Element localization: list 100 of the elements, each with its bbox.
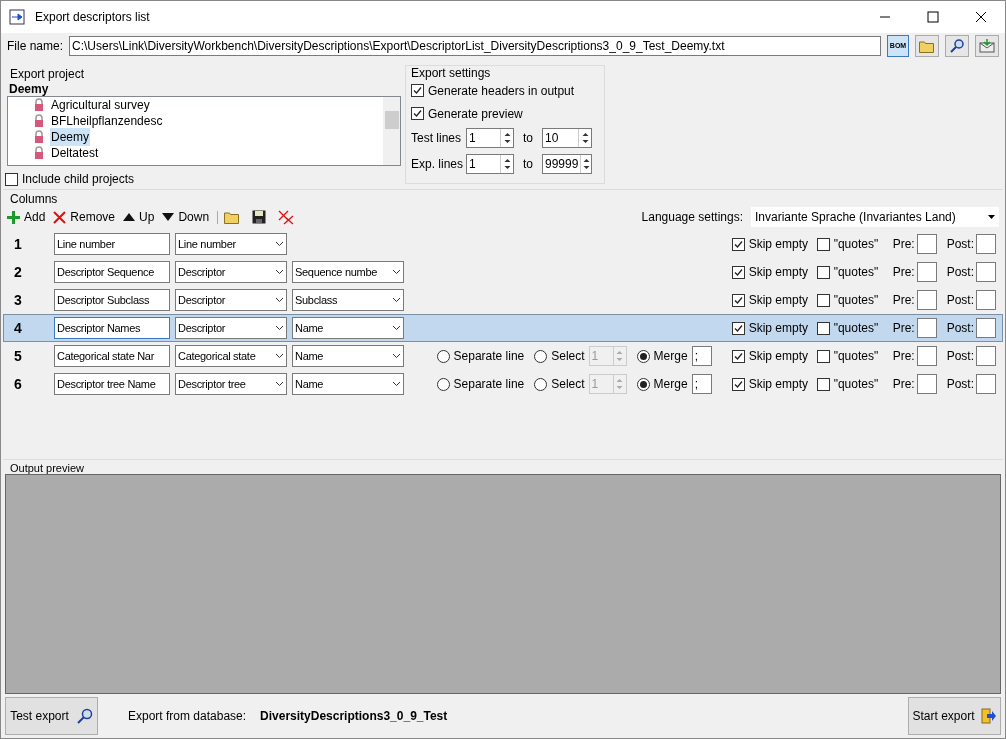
toolbar-button[interactable]: Down	[162, 208, 210, 226]
checkbox[interactable]	[731, 237, 745, 251]
toolbar-button[interactable]: Up	[123, 208, 155, 226]
name-field[interactable]: Descriptor Names	[54, 317, 170, 339]
dropdown[interactable]: Line number	[175, 233, 287, 255]
prefix-field[interactable]	[916, 290, 937, 310]
radio-button[interactable]	[636, 377, 650, 391]
name-field[interactable]: Descriptor Sequence	[54, 261, 170, 283]
merge-separator-field[interactable]: ;	[691, 346, 712, 366]
postfix-field[interactable]	[976, 374, 996, 394]
search-button[interactable]	[945, 35, 969, 57]
language-dropdown[interactable]: Invariante Sprache (Invariantes Land)	[751, 207, 999, 227]
number-spinner[interactable]: 1	[466, 154, 514, 174]
dropdown[interactable]: Descriptor	[175, 317, 287, 339]
radio-button[interactable]	[436, 377, 450, 391]
padlock-icon	[34, 130, 44, 144]
project-item[interactable]: BFLheilpflanzendesc	[50, 112, 164, 130]
checkbox[interactable]	[5, 172, 18, 186]
dropdown[interactable]: Name	[292, 373, 404, 395]
chevron-down-icon	[275, 325, 284, 331]
number-spinner[interactable]: 1	[466, 128, 514, 148]
prefix-field[interactable]	[916, 374, 937, 394]
chevron-down-icon	[275, 241, 284, 247]
column-row[interactable]: 3 Descriptor Subclass Descriptor Subclass Skip empty "quotes" Pre: Post:	[3, 286, 1003, 314]
radio-button[interactable]	[436, 349, 450, 363]
project-item[interactable]: Deemy	[50, 128, 90, 146]
folder-icon	[919, 39, 935, 53]
project-list[interactable]: Agricultural survey BFLheilpflanzendesc Deemy Deltatest	[7, 96, 401, 166]
column-row[interactable]: 1 Line number Line number Skip empty "quotes" Pre: Post:	[3, 230, 1003, 258]
toolbar-button[interactable]	[250, 210, 269, 224]
checkbox[interactable]	[731, 349, 745, 363]
file-name-field[interactable]: C:\Users\Link\DiversityWorkbench\DiversityDescriptions\Export\DescriptorList_DiversityDescriptions3_0_9_Test_Deemy.txt	[69, 36, 881, 56]
column-row[interactable]: 2 Descriptor Sequence Descriptor Sequence numbe Skip empty "quotes" Pre: Post:	[3, 258, 1003, 286]
checkbox[interactable]	[731, 265, 745, 279]
name-field[interactable]: Categorical state Nar	[54, 345, 170, 367]
test-export-button[interactable]: Test export	[5, 697, 98, 735]
postfix-field[interactable]	[976, 318, 996, 338]
radio-button[interactable]	[534, 349, 548, 363]
maximize-icon[interactable]	[927, 11, 939, 23]
postfix-field[interactable]	[976, 290, 996, 310]
database-name: DiversityDescriptions3_0_9_Test	[260, 708, 448, 725]
name-field[interactable]: Line number	[54, 233, 170, 255]
postfix-field[interactable]	[976, 262, 996, 282]
checkbox[interactable]	[731, 321, 745, 335]
prefix-field[interactable]	[916, 234, 937, 254]
dropdown[interactable]: Descriptor tree	[175, 373, 287, 395]
chevron-down-icon	[392, 297, 401, 303]
checkbox[interactable]	[816, 349, 830, 363]
padlock-icon	[34, 114, 44, 128]
field-label: Language settings:	[641, 209, 743, 226]
scrollbar[interactable]	[383, 97, 400, 165]
checkbox[interactable]	[816, 265, 830, 279]
field-label: Post:	[946, 376, 974, 393]
group-title: Export project	[9, 66, 86, 80]
start-export-button[interactable]: Start export	[908, 697, 1001, 735]
radio-label: Separate line	[453, 348, 525, 365]
column-row[interactable]: 4 Descriptor Names Descriptor Name Skip empty "quotes" Pre: Post:	[3, 314, 1003, 342]
dropdown[interactable]: Name	[292, 317, 404, 339]
name-field[interactable]: Descriptor tree Name	[54, 373, 170, 395]
mail-button[interactable]	[975, 35, 999, 57]
name-field[interactable]: Descriptor Subclass	[54, 289, 170, 311]
dropdown[interactable]: Descriptor	[175, 289, 287, 311]
project-item[interactable]: Deltatest	[50, 144, 100, 162]
dropdown[interactable]: Categorical state	[175, 345, 287, 367]
checkbox[interactable]	[731, 293, 745, 307]
checkbox-label: "quotes"	[833, 264, 879, 281]
close-icon[interactable]	[975, 11, 987, 23]
prefix-field[interactable]	[916, 318, 937, 338]
checkbox-label: Skip empty	[748, 292, 808, 309]
dropdown[interactable]: Descriptor	[175, 261, 287, 283]
postfix-field[interactable]	[976, 346, 996, 366]
prefix-field[interactable]	[916, 346, 937, 366]
dropdown[interactable]: Sequence numbe	[292, 261, 404, 283]
radio-button[interactable]	[636, 349, 650, 363]
checkbox[interactable]	[731, 377, 745, 391]
column-row[interactable]: 5 Categorical state Nar Categorical state Name Separate line Select 1 Merge ; Skip empty "quotes" Pre: Post:	[3, 342, 1003, 370]
postfix-field[interactable]	[976, 234, 996, 254]
project-item[interactable]: Agricultural survey	[50, 97, 151, 114]
checkbox[interactable]	[816, 293, 830, 307]
dropdown[interactable]: Subclass	[292, 289, 404, 311]
number-spinner[interactable]: 10	[542, 128, 592, 148]
column-row[interactable]: 6 Descriptor tree Name Descriptor tree Name Separate line Select 1 Merge ; Skip empty "quotes" Pre: Post:	[3, 370, 1003, 398]
spin-arrows-icon	[582, 157, 590, 171]
plus-icon	[7, 210, 20, 224]
checkbox[interactable]	[411, 107, 424, 120]
field-label: Pre:	[892, 236, 915, 253]
number-spinner[interactable]: 99999	[542, 154, 592, 174]
prefix-field[interactable]	[916, 262, 937, 282]
toolbar-button[interactable]: Remove	[53, 208, 116, 226]
checkbox[interactable]	[816, 237, 830, 251]
checkbox[interactable]	[816, 377, 830, 391]
checkbox[interactable]	[411, 84, 424, 97]
merge-separator-field[interactable]: ;	[691, 374, 712, 394]
clear-icon	[278, 209, 295, 225]
open-folder-button[interactable]	[915, 35, 939, 57]
toolbar-button[interactable]: Add	[7, 208, 46, 226]
checkbox[interactable]	[816, 321, 830, 335]
chevron-down-icon	[392, 325, 401, 331]
dropdown[interactable]: Name	[292, 345, 404, 367]
radio-button[interactable]	[534, 377, 548, 391]
